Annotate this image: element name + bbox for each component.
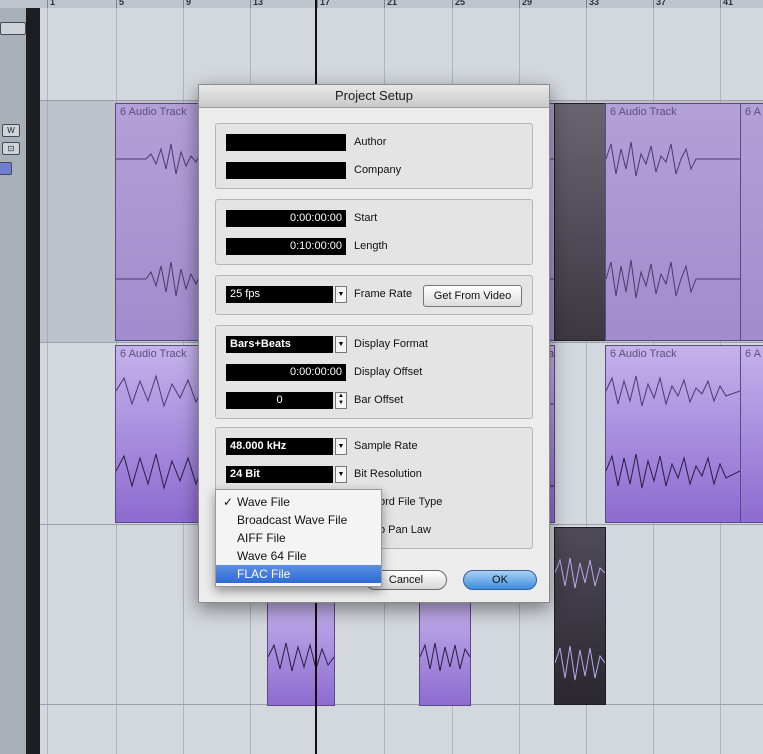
author-label: Author (354, 136, 387, 148)
sample-rate-select[interactable]: 48.000 kHz (226, 438, 333, 455)
ruler-label: 5 (119, 0, 125, 7)
record-file-type-label: ord File Type (379, 496, 443, 508)
bit-resolution-select[interactable]: 24 Bit (226, 466, 333, 483)
bar-offset-label: Bar Offset (354, 394, 404, 406)
waveform (606, 141, 740, 177)
pan-law-label: o Pan Law (379, 524, 431, 536)
ruler-tick: 41 (720, 0, 733, 8)
display-format-dropdown-arrow-icon[interactable]: ▼ (335, 336, 347, 353)
get-from-video-button[interactable]: Get From Video (423, 285, 522, 307)
waveform (606, 453, 740, 489)
audio-event[interactable]: 6 Audio Track (605, 103, 741, 341)
event-name: 6 Audio Track (120, 106, 187, 118)
record-file-type-menu[interactable]: ✓ Wave File Broadcast Wave File AIFF Fil… (215, 489, 382, 587)
frame-rate-label: Frame Rate (354, 288, 413, 300)
ruler-label: 29 (522, 0, 533, 7)
menu-item-aiff-file[interactable]: AIFF File (216, 529, 381, 547)
ruler-tick: 17 (317, 0, 330, 8)
audio-event-selected[interactable] (554, 103, 606, 341)
dialog-title: Project Setup (199, 85, 549, 108)
track-list-panel: W ⊡ (0, 8, 26, 754)
menu-item-broadcast-wave-file[interactable]: Broadcast Wave File (216, 511, 381, 529)
ruler-tick: 37 (653, 0, 666, 8)
audio-event[interactable] (419, 598, 471, 706)
length-label: Length (354, 240, 388, 252)
menu-item-label: AIFF File (237, 531, 286, 545)
ruler-tick: 9 (183, 0, 191, 8)
ruler-tick: 21 (384, 0, 397, 8)
ruler-label: 25 (455, 0, 466, 7)
audio-event[interactable]: 6 A (740, 103, 763, 341)
audio-event[interactable]: 6 A (740, 345, 763, 523)
track-header-button[interactable] (0, 22, 26, 35)
ruler-label: 21 (387, 0, 398, 7)
bit-resolution-label: Bit Resolution (354, 468, 422, 480)
audio-event[interactable] (554, 527, 606, 705)
length-field[interactable]: 0:10:00:00 (226, 238, 346, 255)
track-color-button[interactable] (0, 162, 12, 175)
checkmark-icon: ✓ (223, 495, 234, 509)
ruler-label: 41 (723, 0, 734, 7)
bit-resolution-dropdown-arrow-icon[interactable]: ▼ (335, 466, 347, 483)
author-group: Author Company (215, 123, 533, 189)
menu-item-label: FLAC File (237, 567, 291, 581)
frame-rate-select[interactable]: 25 fps (226, 286, 333, 303)
author-field[interactable] (226, 134, 346, 151)
ruler-label: 9 (186, 0, 192, 7)
ruler-tick: 13 (250, 0, 263, 8)
frame-rate-dropdown-arrow-icon[interactable]: ▼ (335, 286, 347, 303)
ruler-tick: 33 (586, 0, 599, 8)
bar-offset-field[interactable]: 0 (226, 392, 333, 409)
company-label: Company (354, 164, 402, 176)
event-name: 6 Audio Track (120, 348, 187, 360)
ruler-label: 13 (253, 0, 264, 7)
menu-item-label: Broadcast Wave File (237, 513, 348, 527)
ok-button[interactable]: OK (463, 570, 537, 590)
sample-rate-dropdown-arrow-icon[interactable]: ▼ (335, 438, 347, 455)
waveform (420, 642, 470, 672)
waveform (606, 375, 740, 407)
event-name: 6 A (745, 348, 761, 360)
ruler-label: 37 (656, 0, 667, 7)
ruler-tick: 25 (452, 0, 465, 8)
ruler-label: 1 (50, 0, 56, 7)
ruler-tick: 29 (519, 0, 532, 8)
event-name: 6 A (745, 106, 761, 118)
ruler-tick: 1 (47, 0, 55, 8)
display-group: Bars+Beats ▼ Display Format 0:00:00:00 D… (215, 325, 533, 419)
waveform (555, 645, 605, 681)
event-name: 6 Audio Track (610, 106, 677, 118)
frame-rate-group: 25 fps ▼ Frame Rate Get From Video (215, 275, 533, 315)
event-name: 6 Audio Track (610, 348, 677, 360)
ruler-label: 33 (589, 0, 600, 7)
start-label: Start (354, 212, 378, 224)
start-field[interactable]: 0:00:00:00 (226, 210, 346, 227)
audio-event[interactable]: 6 Audio Track (605, 345, 741, 523)
company-field[interactable] (226, 162, 346, 179)
audio-event[interactable] (267, 598, 335, 706)
waveform (268, 642, 334, 672)
display-offset-label: Display Offset (354, 366, 423, 378)
write-automation-button[interactable]: W (2, 124, 20, 137)
menu-item-flac-file[interactable]: FLAC File (216, 565, 381, 583)
waveform (606, 259, 740, 299)
ruler-label: 17 (320, 0, 331, 7)
sample-rate-label: Sample Rate (354, 440, 418, 452)
menu-item-label: Wave 64 File (237, 549, 307, 563)
display-format-select[interactable]: Bars+Beats (226, 336, 333, 353)
ruler-tick: 5 (116, 0, 124, 8)
menu-item-wave-file[interactable]: ✓ Wave File (216, 493, 381, 511)
menu-item-label: Wave File (237, 495, 290, 509)
waveform (555, 557, 605, 589)
track-divider (26, 8, 40, 754)
display-offset-field[interactable]: 0:00:00:00 (226, 364, 346, 381)
bar-offset-stepper-icon[interactable]: ▲ ▼ (335, 392, 347, 409)
display-format-label: Display Format (354, 338, 428, 350)
menu-item-wave-64-file[interactable]: Wave 64 File (216, 547, 381, 565)
time-group: 0:00:00:00 Start 0:10:00:00 Length (215, 199, 533, 265)
track-settings-button[interactable]: ⊡ (2, 142, 20, 155)
